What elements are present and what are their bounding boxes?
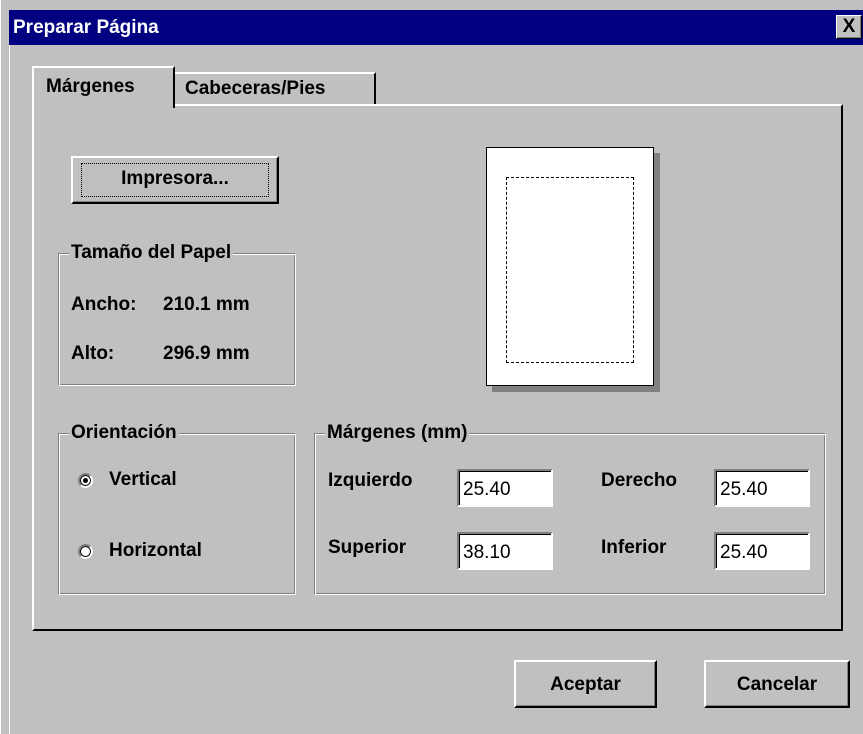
window-title: Preparar Página [13,17,159,38]
paper-width-value: 210.1 mm [163,294,250,315]
tab-margins-label: Márgenes [46,76,135,97]
radio-selected-dot [83,478,88,483]
tab-margins[interactable]: Márgenes [32,66,175,108]
bottom-margin-input[interactable]: 25.40 [714,532,810,570]
left-margin-input[interactable]: 25.40 [457,469,553,507]
tab-headers-footers[interactable]: Cabeceras/Pies [175,72,376,104]
paper-size-legend: Tamaño del Papel [69,242,234,264]
orientation-group: Orientación [58,422,296,595]
cancel-button[interactable]: Cancelar [704,660,850,708]
margins-legend: Márgenes (mm) [325,422,470,444]
paper-size-group: Tamaño del Papel [58,242,296,386]
right-margin-label: Derecho [601,470,678,491]
printer-button[interactable]: Impresora... [71,156,279,204]
top-margin-label: Superior [328,537,407,558]
close-icon: X [842,16,856,37]
printer-button-label: Impresora... [121,168,229,189]
bottom-margin-label: Inferior [601,537,667,558]
radio-vertical[interactable] [78,473,93,488]
cancel-button-label: Cancelar [736,674,818,695]
paper-width-label: Ancho: [71,294,137,315]
margin-preview [506,177,634,363]
page-preview [486,147,654,386]
margins-group: Márgenes (mm) [314,422,826,595]
page-setup-dialog: Preparar Página X Márgenes Cabeceras/Pie… [0,0,863,734]
radio-vertical-label[interactable]: Vertical [109,469,177,491]
window-edge [1,45,10,734]
paper-height-value: 296.9 mm [163,343,250,364]
radio-horizontal-label[interactable]: Horizontal [109,540,202,562]
title-bar[interactable]: Preparar Página X [9,10,863,45]
top-margin-input[interactable]: 38.10 [457,532,553,570]
tab-headers-footers-label: Cabeceras/Pies [185,78,326,99]
orientation-legend: Orientación [69,422,179,444]
paper-height-label: Alto: [71,343,115,364]
close-button[interactable]: X [836,15,862,39]
right-margin-input[interactable]: 25.40 [714,469,810,507]
radio-horizontal[interactable] [78,544,93,559]
left-margin-label: Izquierdo [328,470,413,491]
ok-button-label: Aceptar [550,674,621,695]
ok-button[interactable]: Aceptar [514,660,657,708]
